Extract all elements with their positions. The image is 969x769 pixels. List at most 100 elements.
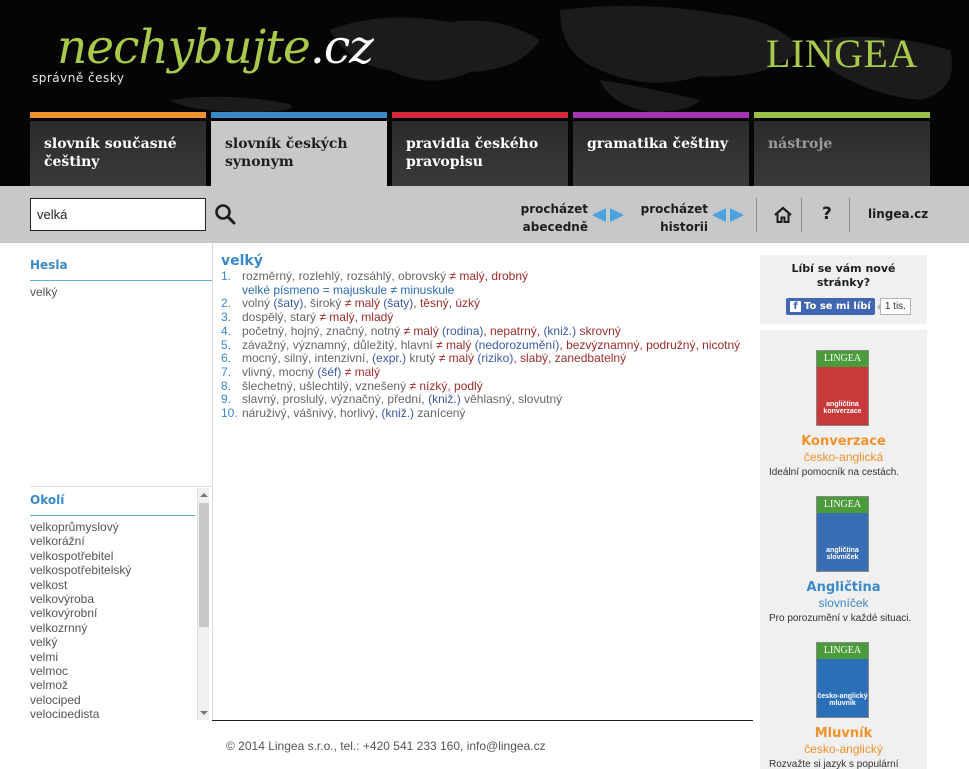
synonym-text[interactable]: dospělý, starý — [242, 310, 319, 324]
synonym-text[interactable]: slavný, proslulý, význačný, přední, — [242, 392, 428, 406]
arrow-right-icon[interactable] — [609, 208, 625, 222]
tab-slovnik-ceskych-synonym[interactable]: slovník českých synonym — [211, 112, 387, 186]
browse-history-line1: procházet — [640, 202, 708, 216]
okoli-item[interactable]: velkovýrobní — [30, 606, 210, 620]
book-cover[interactable]: LINGEA angličtina slovníček — [816, 496, 869, 572]
okoli-item[interactable]: velkovýroba — [30, 592, 210, 606]
synonym-text[interactable]: početný, hojný, značný, notný — [242, 324, 403, 338]
divider — [30, 280, 212, 281]
okoli-item[interactable]: velkost — [30, 578, 210, 592]
book-title[interactable]: Mluvník — [760, 726, 927, 741]
okoli-item[interactable]: velmi — [30, 650, 210, 664]
book-promo[interactable]: LINGEA angličtina konverzace Konverzace čes… — [760, 350, 927, 490]
antonym-text[interactable]: ≠ malý, mladý — [319, 310, 393, 324]
synonym-text[interactable]: náruživý, vášnivý, horlivý, — [242, 406, 381, 420]
antonym-text[interactable]: ≠ malý — [439, 351, 478, 365]
antonym-text[interactable]: , bezvýznamný, podružný, nicotný — [559, 338, 740, 352]
okoli-item[interactable]: velmož — [30, 678, 210, 692]
entry-senses: 1. rozměrný, rozlehlý, rozsáhlý, obrovský… — [221, 269, 751, 421]
book-promo[interactable]: LINGEA angličtina slovníček Angličtina slov… — [760, 496, 927, 636]
tab-nastroje[interactable]: nástroje — [754, 112, 930, 186]
hesla-item[interactable]: velký — [30, 285, 210, 299]
arrow-left-icon[interactable] — [591, 208, 607, 222]
antonym-text[interactable]: , nepatrný, — [483, 324, 543, 338]
okoli-title: Okolí — [30, 493, 65, 507]
book-cover[interactable]: LINGEA angličtina konverzace — [816, 350, 869, 426]
okoli-item[interactable]: velkoprůmyslový — [30, 520, 210, 534]
tab-pravidla-ceskeho-pravopisu[interactable]: pravidla českého pravopisu — [392, 112, 568, 186]
tab-gramatika-cestiny[interactable]: gramatika češtiny — [573, 112, 749, 186]
entry-sense: 1. rozměrný, rozlehlý, rozsáhlý, obrovský… — [221, 269, 751, 298]
synonym-text[interactable]: krutý — [406, 351, 439, 365]
book-title[interactable]: Angličtina — [760, 580, 927, 595]
synonym-text[interactable]: šlechetný, ušlechtilý, vznešený — [242, 379, 409, 393]
site-logo[interactable]: nechybujte.cz — [57, 20, 374, 76]
scroll-up-icon[interactable] — [200, 493, 208, 497]
synonym-text[interactable]: mocný, silný, intenzivní, — [242, 351, 372, 365]
okoli-item[interactable]: velkospotřebitel — [30, 549, 210, 563]
antonym-text[interactable]: , slabý, zanedbatelný — [513, 351, 626, 365]
sense-note[interactable]: velké písmeno = majuskule ≠ minuskule — [242, 283, 751, 298]
context-text: (nedorozumění) — [474, 337, 560, 352]
antonym-text[interactable]: ≠ malý — [403, 324, 442, 338]
antonym-text[interactable]: ≠ malý — [341, 365, 380, 379]
book-promotions: LINGEA angličtina konverzace Konverzace čes… — [760, 330, 927, 769]
scroll-down-icon[interactable] — [200, 711, 208, 715]
okoli-panel: Okolí velkoprůmyslový velkorážní velkospot… — [30, 493, 210, 718]
browse-history[interactable]: procházet historii — [638, 200, 708, 236]
sense-number: 4. — [221, 323, 232, 338]
synonym-text[interactable]: rozměrný, rozlehlý, rozsáhlý, obrovský — [242, 269, 449, 283]
browse-alpha-line2: abecedně — [522, 220, 588, 234]
book-promo[interactable]: LINGEA česko-anglický mluvník Mluvník česko… — [760, 642, 927, 769]
synonym-text[interactable]: volný — [242, 296, 273, 311]
book-title[interactable]: Konverzace — [760, 434, 927, 449]
facebook-like-button[interactable]: f To se mi líbí — [786, 298, 875, 315]
synonym-text[interactable]: , široký — [303, 296, 344, 311]
okoli-item[interactable]: velmoc — [30, 664, 210, 678]
okoli-item[interactable]: velkospotřebitelský — [30, 563, 210, 577]
context-text: (riziko) — [477, 351, 514, 366]
okoli-item[interactable]: velocipedista — [30, 707, 210, 718]
antonym-text[interactable]: ≠ malý — [345, 296, 384, 311]
okoli-item[interactable]: velociped — [30, 693, 210, 707]
sense-number: 3. — [221, 310, 232, 325]
synonym-text[interactable]: závažný, významný, důležitý, hlavní — [242, 338, 436, 352]
arrow-left-icon[interactable] — [711, 208, 727, 222]
search-icon[interactable] — [213, 202, 237, 226]
antonym-text[interactable]: ≠ malý, drobný — [449, 269, 528, 283]
divider — [212, 720, 753, 721]
browse-alpha-arrows — [591, 208, 625, 222]
fb-question: Líbí se vám nové stránky? — [791, 262, 896, 289]
tab-color-bar — [211, 112, 387, 118]
antonym-text[interactable]: skrovný — [576, 324, 620, 338]
synonym-text[interactable]: věhlasný, slovutný — [461, 392, 562, 406]
arrow-right-icon[interactable] — [729, 208, 745, 222]
book-subtitle: česko-anglická — [803, 450, 884, 464]
lingea-site-link[interactable]: lingea.cz — [868, 207, 928, 221]
lingea-brand-logo[interactable]: LINGEA — [766, 30, 918, 77]
book-cover[interactable]: LINGEA česko-anglický mluvník — [816, 642, 869, 718]
sense-number: 2. — [221, 296, 232, 311]
browse-alphabetically[interactable]: procházet abecedně — [520, 200, 588, 236]
divider — [30, 515, 195, 516]
help-icon[interactable]: ? — [822, 204, 832, 224]
okoli-scrollbar[interactable] — [197, 488, 209, 720]
book-cover-brand: LINGEA — [817, 497, 868, 513]
okoli-item[interactable]: velký — [30, 635, 210, 649]
okoli-item[interactable]: velkorážní — [30, 534, 210, 548]
context-text: (expr.) — [372, 351, 407, 366]
synonym-text[interactable]: zanícený — [414, 406, 465, 420]
okoli-item[interactable]: velkozrnný — [30, 621, 210, 635]
home-icon[interactable] — [772, 204, 794, 226]
search-input[interactable] — [30, 198, 206, 231]
antonym-text[interactable]: ≠ nízký, podlý — [409, 379, 482, 393]
antonym-text[interactable]: , těsný, úzký — [413, 296, 480, 311]
tab-slovnik-soucasne-cestiny[interactable]: slovník současné češtiny — [30, 112, 206, 186]
antonym-text[interactable]: ≠ malý — [436, 338, 475, 352]
hesla-list: velký — [30, 285, 210, 299]
synonym-text[interactable]: vlivný, mocný — [242, 365, 317, 379]
scrollbar-thumb[interactable] — [199, 503, 209, 627]
browse-history-line2: historii — [660, 220, 708, 234]
book-subtitle: slovníček — [818, 596, 869, 610]
sense-number: 6. — [221, 351, 232, 366]
